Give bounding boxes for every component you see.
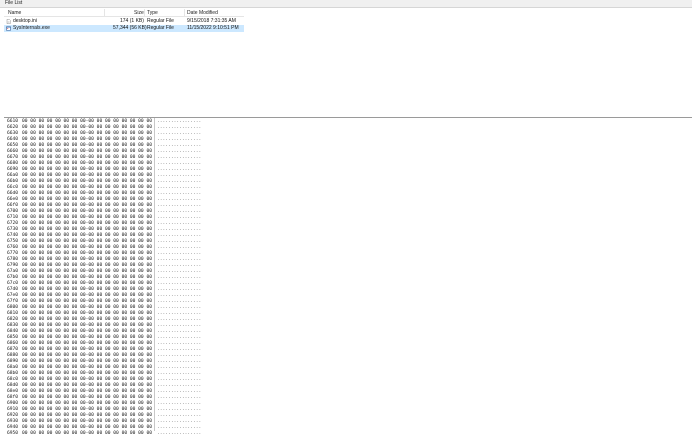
hex-ascii: ................	[157, 431, 202, 436]
exe-file-icon	[6, 26, 11, 31]
column-separator[interactable]	[184, 9, 185, 17]
column-header-size[interactable]: Size	[134, 9, 144, 17]
ini-file-icon	[6, 19, 11, 24]
file-size: 174 (1 KB)	[120, 18, 144, 24]
file-size: 57,344 (56 KB)	[113, 25, 147, 31]
hex-offset: 6950	[7, 431, 19, 436]
file-list-pane[interactable]: Name Size Type Date Modified desktop.ini…	[4, 9, 692, 117]
title-bar: File List	[0, 0, 692, 8]
file-type: Regular File	[147, 25, 174, 31]
file-name: desktop.ini	[13, 18, 37, 24]
file-row[interactable]: desktop.ini 174 (1 KB) Regular File 9/15…	[4, 18, 244, 25]
hex-view-pane[interactable]: 6610 00 00 00 00 00 00 00 00-00 00 00 00 …	[4, 118, 692, 436]
file-name: SysInternals.exe	[13, 25, 50, 31]
hex-row: 6950 00 00 00 00 00 00 00 00-00 00 00 00 …	[4, 431, 204, 437]
file-date: 11/15/2022 9:10:51 PM	[187, 25, 239, 31]
column-header-name[interactable]: Name	[8, 9, 21, 17]
file-type: Regular File	[147, 18, 174, 24]
hex-bytes: 00 00 00 00 00 00 00 00-00 00 00 00 00 0…	[22, 431, 152, 436]
column-header-type[interactable]: Type	[147, 9, 158, 17]
file-date: 9/15/2018 7:31:35 AM	[187, 18, 236, 24]
file-row-selected[interactable]: SysInternals.exe 57,344 (56 KB) Regular …	[4, 25, 244, 32]
column-header-date[interactable]: Date Modified	[187, 9, 218, 17]
window-title: File List	[5, 0, 23, 6]
column-separator[interactable]	[104, 9, 105, 17]
column-separator[interactable]	[144, 9, 145, 17]
file-list-header: Name Size Type Date Modified	[4, 9, 244, 17]
